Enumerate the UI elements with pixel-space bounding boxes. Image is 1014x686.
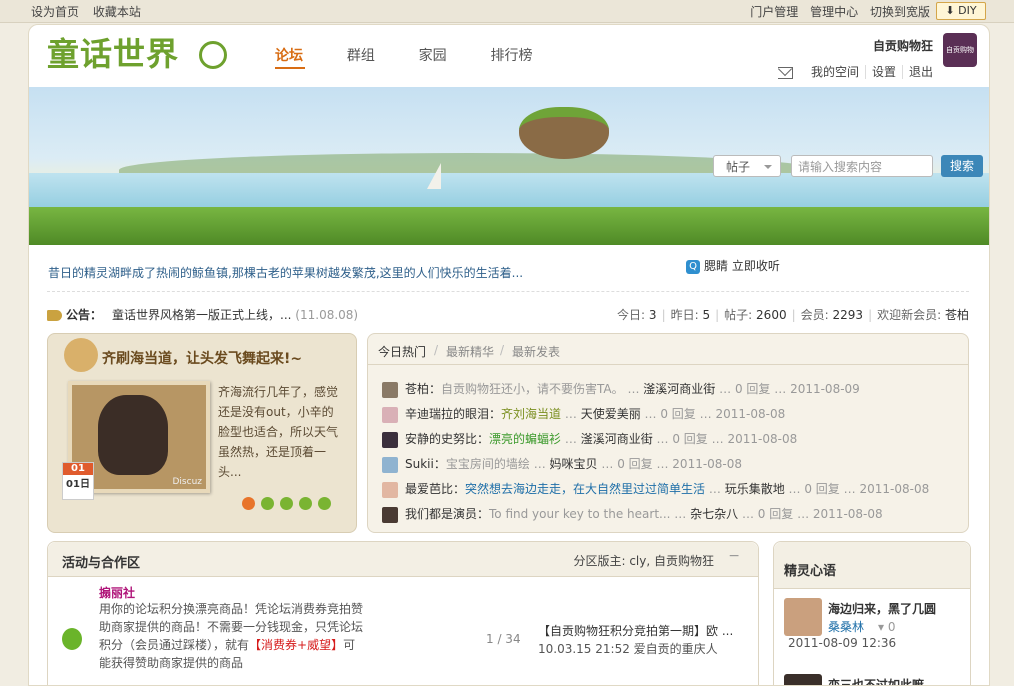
pager-dots (242, 497, 337, 513)
entry-meta: 桑桑林 ▾ 0 (828, 620, 896, 634)
calendar-icon: 01 01日 (62, 462, 94, 500)
sidebar-panel: 精灵心语 海边归来，黑了几圆 桑桑林 ▾ 0 2011-08-09 12:36 恋… (773, 541, 971, 685)
last-post-title[interactable]: 【自贡购物狂积分竞拍第一期】欧 ... (538, 622, 738, 640)
entry-title[interactable]: 海边归来，黑了几圆 (828, 600, 936, 617)
site-logo[interactable]: 童话世界 (47, 35, 227, 73)
section-title[interactable]: 活动与合作区 (62, 552, 140, 571)
stat-members: 会员: 2293 (800, 308, 864, 322)
main-nav: 论坛 群组 家园 排行榜 (275, 45, 572, 69)
entry-date: 2011-08-09 12:36 (788, 636, 897, 650)
floating-island-illustration (519, 107, 609, 159)
photo-caption: Discuz (172, 477, 203, 487)
entry-title[interactable]: 恋三也不过如此嘛 (828, 676, 924, 685)
user-avatar-icon (382, 381, 398, 398)
list-item[interactable]: 辛迪瑞拉的眼泪：齐刘海当道 … 天使爱美丽 … 0 回复 … 2011-08-0… (382, 404, 785, 424)
entry-thumbnail[interactable] (784, 674, 822, 685)
banner-image: 帖子 请输入搜索内容 搜索 (29, 87, 989, 245)
wide-mode-link[interactable]: 切换到宽版 (870, 5, 930, 19)
settings-link[interactable]: 设置 (864, 65, 896, 79)
diy-button[interactable]: ⬇ DIY (936, 2, 986, 20)
search-button[interactable]: 搜索 (941, 155, 983, 177)
apple-dot-icon[interactable] (280, 497, 293, 510)
nav-ranking[interactable]: 排行榜 (490, 45, 532, 65)
section-moderators: 分区版主: cly, 自贡购物狂 (573, 554, 714, 568)
stat-newest-member: 欢迎新会员: 苍柏 (877, 308, 969, 322)
featured-title[interactable]: 齐刷海当道，让头发飞舞起来!~ (102, 348, 302, 368)
logo-text: 童话世界 (47, 35, 180, 73)
tab-latest-posts[interactable]: 最新发表 (512, 343, 560, 360)
list-item[interactable]: 最爱芭比：突然想去海边走走，在大自然里过过简单生活 … 玩乐集散地 … 0 回复… (382, 479, 929, 499)
list-item[interactable]: 苍柏：自贡购物狂还小，请不要伤害TA。 … 滏溪河商业街 … 0 回复 … 20… (382, 379, 860, 399)
stat-posts: 帖子: 2600 (724, 308, 787, 322)
apple-forum-icon (62, 628, 82, 650)
top-bar: 设为首页 收藏本站 门户管理 管理中心 切换到宽版 ⬇ DIY (0, 0, 1014, 23)
apple-dot-icon[interactable] (299, 497, 312, 510)
search-scope-select[interactable]: 帖子 (713, 155, 781, 177)
forum-description: 用你的论坛积分换漂亮商品！凭论坛消费券竞拍赞助商家提供的商品！不需要一分钱现金，… (99, 602, 364, 670)
stat-yesterday: 昨日: 5 (670, 308, 711, 322)
sidebar-title: 精灵心语 (784, 564, 837, 579)
activity-section: 活动与合作区 分区版主: cly, 自贡购物狂 − 搧丽社 用你的论坛积分换漂亮… (47, 541, 759, 685)
tab-today-hot[interactable]: 今日热门 (378, 343, 426, 360)
logo-swirl-icon (199, 41, 227, 69)
tab-latest-digest[interactable]: 最新精华 (446, 343, 494, 360)
user-avatar-icon (382, 456, 398, 473)
forum-stats: 今日: 3 | 昨日: 5 | 帖子: 2600 | 会员: 2293 | 欢迎新会员: 苍柏 (617, 308, 969, 322)
banner-grass (29, 207, 989, 245)
user-avatar-icon (382, 406, 398, 423)
nav-forum[interactable]: 论坛 (275, 45, 303, 65)
sailboat-illustration (427, 163, 441, 189)
announcement-link[interactable]: 童话世界风格第一版正式上线，... (112, 308, 291, 322)
featured-post: 齐刷海当道，让头发飞舞起来!~ Discuz 01 01日 齐海流行几年了，感觉… (47, 333, 357, 533)
qq-weibo-icon: Q (686, 259, 700, 274)
entry-thumbnail[interactable] (784, 598, 822, 636)
last-post-meta: 10.03.15 21:52 爱自贡的重庆人 (538, 642, 718, 656)
forum-name[interactable]: 搧丽社 (99, 584, 135, 601)
hot-tabs: 今日热门 / 最新精华 / 最新发表 (368, 334, 968, 365)
megaphone-icon (47, 310, 62, 321)
apple-dot-icon[interactable] (261, 497, 274, 510)
forum-last-post: 【自贡购物狂积分竞拍第一期】欧 ... 10.03.15 21:52 爱自贡的重… (538, 622, 738, 658)
announcement-date: (11.08.08) (295, 308, 359, 322)
search-input[interactable]: 请输入搜索内容 (791, 155, 933, 177)
user-avatar-icon (382, 431, 398, 448)
nav-home[interactable]: 家园 (419, 45, 447, 65)
section-header: 活动与合作区 分区版主: cly, 自贡购物狂 − (48, 542, 758, 577)
user-avatar-icon (382, 481, 398, 498)
list-item[interactable]: 我们都是演员：To find your key to the heart... … (382, 504, 883, 524)
mail-icon[interactable] (777, 66, 793, 79)
qq-follow-label: 腮睛 立即收听 (704, 259, 780, 273)
site-intro: 昔日的精灵湖畔成了热闹的鲸鱼镇,那棵古老的苹果树越发繁茂,这里的人们快乐的生活着… (48, 266, 524, 280)
list-item[interactable]: Sukii：宝宝房间的墙绘 … 妈咪宝贝 … 0 回复 … 2011-08-08 (382, 454, 742, 474)
announcement-label: 公告： (66, 308, 103, 322)
nav-groups[interactable]: 群组 (347, 45, 375, 65)
user-avatar[interactable]: 自贡购物狂 (943, 33, 977, 88)
stat-today: 今日: 3 (617, 308, 657, 322)
hot-posts-panel: 今日热门 / 最新精华 / 最新发表 苍柏：自贡购物狂还小，请不要伤害TA。 …… (367, 333, 969, 533)
bookmark-link[interactable]: 收藏本站 (93, 5, 141, 19)
my-space-link[interactable]: 我的空间 (811, 65, 859, 79)
logout-link[interactable]: 退出 (901, 65, 933, 79)
comment-icon: ▾ 0 (878, 620, 896, 634)
forum-thread-count: 1 / 34 (486, 632, 521, 646)
apple-dot-icon[interactable] (318, 497, 331, 510)
apple-dot-icon[interactable] (242, 497, 255, 510)
main-page: 童话世界 论坛 群组 家园 排行榜 自贡购物狂 自贡购物狂 我的空间 设置 退出 帖… (28, 24, 990, 686)
divider (47, 291, 969, 292)
list-item[interactable]: 安静的史努比：漂亮的蝙蝠衫 … 滏溪河商业街 … 0 回复 … 2011-08-… (382, 429, 797, 449)
user-avatar-icon (382, 506, 398, 523)
nav-active-indicator (275, 67, 305, 69)
girl-avatar-icon (64, 338, 98, 372)
set-homepage-link[interactable]: 设为首页 (31, 5, 79, 19)
qq-follow[interactable]: Q 腮睛 立即收听 (686, 257, 780, 274)
collapse-icon[interactable]: − (728, 548, 740, 564)
username[interactable]: 自贡购物狂 (873, 37, 933, 54)
portal-admin-link[interactable]: 门户管理 (750, 5, 798, 19)
admin-center-link[interactable]: 管理中心 (810, 5, 858, 19)
announcement: 公告： 童话世界风格第一版正式上线，... (11.08.08) (47, 306, 358, 323)
featured-body: 齐海流行几年了，感觉还是没有out，小辛的脸型也适合，所以天气虽然热，还是顶着一… (218, 385, 339, 479)
